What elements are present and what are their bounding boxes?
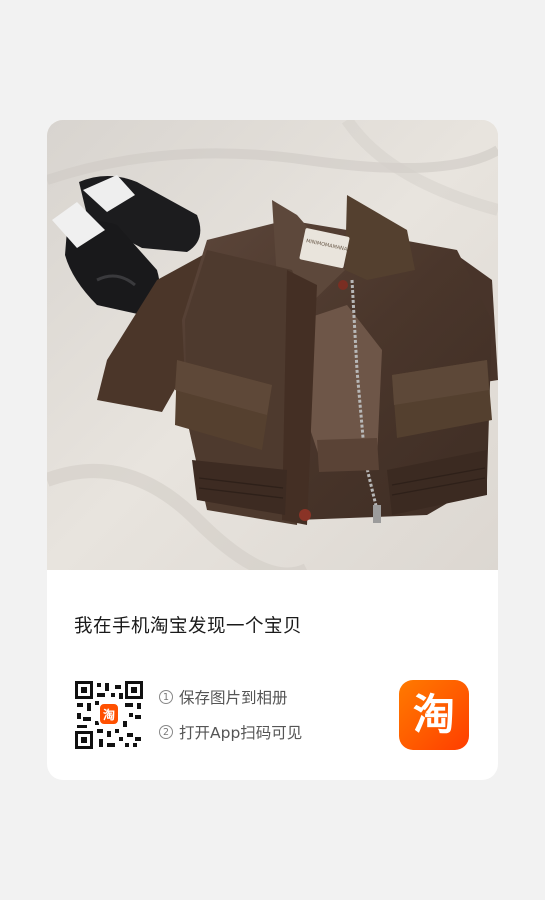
step-label-save: 保存图片到相册 [179,689,288,707]
step-save-image: 1 保存图片到相册 [159,686,288,708]
share-card: MINIMOMAMANA 我在手机淘宝发现一个宝贝 淘 1 保存图片到相册 2 … [47,120,498,780]
taobao-logo-glyph: 淘 [412,690,455,739]
step-open-app: 2 打开App扫码可见 [159,721,302,743]
product-image[interactable]: MINIMOMAMANA [47,120,498,570]
qr-code: 淘 [75,681,143,749]
share-title: 我在手机淘宝发现一个宝贝 [74,616,303,637]
taobao-app-logo-icon: 淘 [399,680,469,750]
step-number-2: 2 [159,725,173,739]
qr-taobao-badge-icon: 淘 [98,702,120,726]
step-label-scan: 打开App扫码可见 [179,724,303,742]
step-number-1: 1 [159,690,173,704]
